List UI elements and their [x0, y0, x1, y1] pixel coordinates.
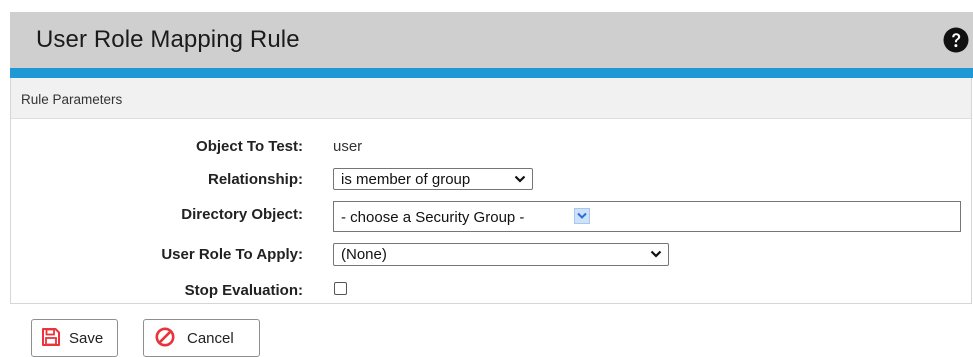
page-title: User Role Mapping Rule	[36, 26, 300, 53]
rule-parameters-panel: Rule Parameters Object To Test: user Rel…	[10, 78, 972, 304]
row-user-role: User Role To Apply: (None)	[11, 243, 971, 267]
stop-evaluation-checkbox[interactable]	[334, 282, 347, 295]
row-relationship: Relationship: is member of group	[11, 168, 971, 192]
cancel-circle-icon	[155, 327, 175, 347]
object-to-test-value: user	[333, 138, 363, 155]
directory-object-label: Directory Object:	[181, 206, 303, 223]
chevron-down-icon	[514, 175, 526, 183]
directory-object-field[interactable]: - choose a Security Group -	[333, 201, 961, 232]
row-directory-object: Directory Object: - choose a Security Gr…	[11, 201, 971, 233]
relationship-select[interactable]: is member of group	[333, 168, 533, 190]
user-role-select[interactable]: (None)	[333, 243, 669, 266]
section-title: Rule Parameters	[21, 92, 123, 107]
user-role-selected: (None)	[341, 246, 387, 263]
save-label: Save	[69, 330, 104, 347]
accent-bar	[10, 68, 973, 78]
floppy-disk-icon	[42, 328, 60, 346]
relationship-selected: is member of group	[341, 171, 471, 188]
page-header: User Role Mapping Rule	[10, 12, 973, 68]
chevron-down-icon	[650, 250, 662, 258]
save-button[interactable]: Save	[31, 319, 118, 357]
stop-evaluation-label: Stop Evaluation:	[184, 282, 303, 299]
section-header: Rule Parameters	[11, 78, 971, 119]
object-to-test-label: Object To Test:	[196, 138, 303, 155]
chevron-down-icon	[577, 212, 587, 219]
help-icon[interactable]	[943, 27, 969, 53]
cancel-button[interactable]: Cancel	[143, 319, 260, 357]
user-role-label: User Role To Apply:	[161, 246, 303, 263]
directory-object-value: - choose a Security Group -	[341, 209, 525, 226]
directory-object-dropdown-button[interactable]	[574, 208, 590, 224]
cancel-label: Cancel	[187, 330, 234, 347]
relationship-label: Relationship:	[207, 171, 303, 188]
row-object-to-test: Object To Test: user	[11, 135, 971, 159]
row-stop-evaluation: Stop Evaluation:	[11, 279, 971, 303]
top-spacer	[0, 0, 973, 12]
